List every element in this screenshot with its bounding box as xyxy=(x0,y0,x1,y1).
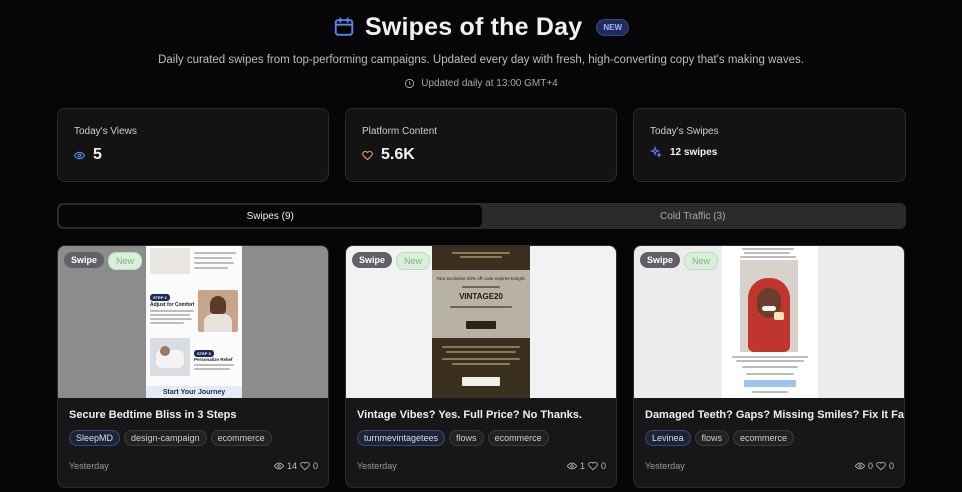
stat-value-row: 5 xyxy=(74,146,312,164)
sparkles-icon xyxy=(650,146,662,158)
card-title[interactable]: Damaged Teeth? Gaps? Missing Smiles? Fix… xyxy=(645,409,904,421)
card-date: Yesterday xyxy=(69,461,109,471)
update-schedule-text: Updated daily at 13:00 GMT+4 xyxy=(421,78,558,89)
card-stats: 14 0 xyxy=(273,461,318,471)
stat-label: Platform Content xyxy=(362,126,438,137)
page-header: Swipes of the Day NEW Daily curated swip… xyxy=(0,10,962,90)
swipe-badge: Swipe xyxy=(640,252,681,268)
brand-tag[interactable]: SleepMD xyxy=(69,430,121,446)
swipe-thumbnail[interactable]: STEP 2 Adjust for Comfort STEP 3 Persona… xyxy=(58,246,328,398)
swipe-thumbnail[interactable]: Swipe New xyxy=(634,246,904,398)
stat-card-platform-content: Platform Content 5.6K xyxy=(345,108,617,182)
stat-label: Today's Views xyxy=(74,126,137,137)
new-badge: New xyxy=(684,252,719,270)
swipe-card[interactable]: Swipe New Damaged Teeth? Gaps? Missing S… xyxy=(633,245,905,488)
email-preview: Your exclusive 20% off code expires toni… xyxy=(432,246,530,398)
eye-icon xyxy=(854,462,865,470)
stat-card-views: Today's Views 5 xyxy=(57,108,329,182)
heart-icon[interactable] xyxy=(876,461,886,471)
heart-icon[interactable] xyxy=(300,461,310,471)
eye-icon xyxy=(566,462,577,470)
card-date: Yesterday xyxy=(645,461,685,471)
title-row: Swipes of the Day NEW xyxy=(0,10,962,44)
stat-value-row: 12 swipes xyxy=(650,146,889,158)
new-badge: New xyxy=(396,252,431,270)
stat-label: Today's Swipes xyxy=(650,126,719,137)
view-count: 1 xyxy=(579,461,585,471)
card-title[interactable]: Vintage Vibes? Yes. Full Price? No Thank… xyxy=(357,409,582,421)
page-title: Swipes of the Day xyxy=(364,12,583,41)
calendar-icon xyxy=(334,17,354,36)
new-badge: NEW xyxy=(596,18,629,36)
eye-icon xyxy=(273,462,284,470)
view-count: 0 xyxy=(867,461,873,471)
tag[interactable]: ecommerce xyxy=(733,430,795,446)
tag[interactable]: ecommerce xyxy=(487,430,549,446)
brand-tag[interactable]: turnmevintagetees xyxy=(357,430,446,446)
heart-icon[interactable] xyxy=(588,461,598,471)
tab-cold-traffic[interactable]: Cold Traffic (3) xyxy=(482,205,905,227)
swipe-card[interactable]: STEP 2 Adjust for Comfort STEP 3 Persona… xyxy=(57,245,329,488)
stat-value-row: 5.6K xyxy=(362,146,600,164)
page-subtitle: Daily curated swipes from top-performing… xyxy=(158,54,804,66)
swipe-card[interactable]: Your exclusive 20% off code expires toni… xyxy=(345,245,617,488)
eye-icon xyxy=(74,151,85,159)
email-preview xyxy=(722,246,818,398)
stat-value: 5.6K xyxy=(381,146,415,163)
update-schedule: Updated daily at 13:00 GMT+4 xyxy=(0,78,962,89)
stat-value: 5 xyxy=(93,146,102,163)
tag[interactable]: design-campaign xyxy=(124,430,207,446)
card-stats: 0 0 xyxy=(854,461,894,471)
clock-icon xyxy=(405,78,415,89)
email-headline: Your exclusive 20% off code expires toni… xyxy=(436,276,526,281)
stat-value: 12 swipes xyxy=(670,146,718,158)
like-count: 0 xyxy=(600,461,606,471)
step-label: STEP 2 xyxy=(150,294,170,301)
step-heading: Personalize Relief xyxy=(194,357,233,362)
step-label: STEP 3 xyxy=(194,350,214,357)
card-stats: 1 0 xyxy=(566,461,606,471)
card-date: Yesterday xyxy=(357,461,397,471)
swipe-badge: Swipe xyxy=(352,252,393,268)
tag[interactable]: flows xyxy=(694,430,730,446)
tag[interactable]: ecommerce xyxy=(210,430,272,446)
stat-card-swipes: Today's Swipes 12 swipes xyxy=(633,108,906,182)
email-cta: Start Your Journey xyxy=(162,389,226,396)
email-preview: STEP 2 Adjust for Comfort STEP 3 Persona… xyxy=(146,246,242,398)
brand-tag[interactable]: Levinea xyxy=(645,430,691,446)
promo-code: VINTAGE20 xyxy=(459,292,503,301)
like-count: 0 xyxy=(312,461,318,471)
like-count: 0 xyxy=(888,461,894,471)
tag-list: turnmevintagetees flows ecommerce xyxy=(357,430,549,446)
tab-swipes[interactable]: Swipes (9) xyxy=(59,205,482,227)
card-title[interactable]: Secure Bedtime Bliss in 3 Steps xyxy=(69,409,237,421)
new-badge: New xyxy=(108,252,143,270)
view-tabs: Swipes (9) Cold Traffic (3) xyxy=(57,203,906,229)
swipe-badge: Swipe xyxy=(64,252,105,268)
tag[interactable]: flows xyxy=(449,430,484,446)
heart-icon xyxy=(362,150,373,160)
swipe-thumbnail[interactable]: Your exclusive 20% off code expires toni… xyxy=(346,246,616,398)
view-count: 14 xyxy=(286,461,297,471)
tag-list: Levinea flows ecommerce xyxy=(645,430,795,446)
step-heading: Adjust for Comfort xyxy=(150,302,195,308)
tag-list: SleepMD design-campaign ecommerce xyxy=(69,430,272,446)
